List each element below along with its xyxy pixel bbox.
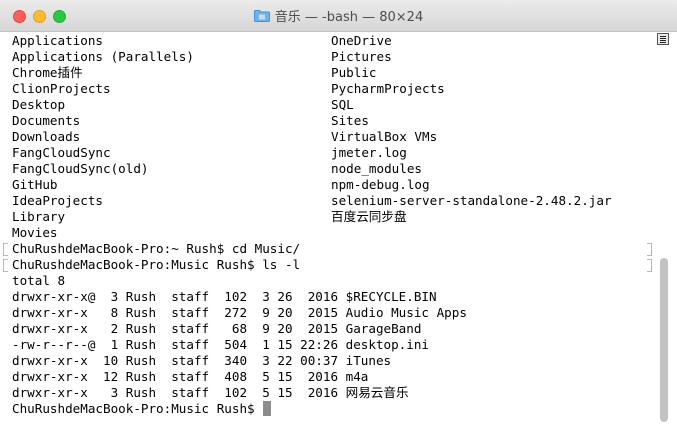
listing-row: IdeaProjects selenium-server-standalone-2… [12,193,642,209]
text-cursor [263,401,272,416]
command-line: ChuRushdeMacBook-Pro:~ Rush$ cd Music/ [12,241,301,256]
output-line: drwxr-xr-x@ 3 Rush staff 102 3 26 2016 $… [12,289,437,304]
listing-entry: FangCloudSync [12,145,111,160]
title-bar[interactable]: 音乐 — -bash — 80×24 [0,0,677,32]
listing-entry: Movies [12,225,58,240]
listing-row: Documents Sites [12,113,642,129]
command-line: ChuRushdeMacBook-Pro:Music Rush$ ls -l [12,257,301,272]
listing-entry: PycharmProjects [331,81,445,96]
listing-entry: IdeaProjects [12,193,103,208]
command-mark-left [3,259,8,272]
terminal-window: 音乐 — -bash — 80×24 Applications OneDrive A… [0,0,677,434]
listing-entry: ClionProjects [12,81,111,96]
listing-entry: VirtualBox VMs [331,129,438,144]
scrollbar-thumb[interactable] [660,258,668,422]
listing-row: Chrome插件 Public [12,65,642,81]
listing-row: Applications (Parallels) Pictures [12,49,642,65]
folder-icon [253,9,270,22]
output-line: drwxr-xr-x 10 Rush staff 340 3 22 00:37 … [12,353,392,368]
listing-entry: selenium-server-standalone-2.48.2.jar [331,193,612,208]
window-title: 音乐 — -bash — 80×24 [274,10,424,25]
listing-entry: jmeter.log [331,145,407,160]
output-line: total 8 [12,273,66,288]
listing-entry: Public [331,65,377,80]
output-line: -rw-r--r--@ 1 Rush staff 504 1 15 22:26 … [12,337,430,352]
marks-menu-icon[interactable] [657,33,669,45]
prompt-text: ChuRushdeMacBook-Pro:Music Rush$ [12,401,263,416]
listing-row: FangCloudSync(old) node_modules [12,161,642,177]
listing-row: Library 百度云同步盘 [12,209,642,225]
output-line: drwxr-xr-x 12 Rush staff 408 5 15 2016 m… [12,369,369,384]
listing-entry: Downloads [12,129,81,144]
listing-entry: Pictures [331,49,392,64]
listing-entry: Library [12,209,66,224]
listing-entry: Applications [12,33,103,48]
listing-row: FangCloudSync jmeter.log [12,145,642,161]
listing-row: Downloads VirtualBox VMs [12,129,642,145]
window-title-group: 音乐 — -bash — 80×24 [0,0,677,31]
output-line: drwxr-xr-x 2 Rush staff 68 9 20 2015 Gar… [12,321,422,336]
prompt-line[interactable]: ChuRushdeMacBook-Pro:Music Rush$ [12,401,272,417]
listing-entry: GitHub [12,177,58,192]
output-line: drwxr-xr-x 8 Rush staff 272 9 20 2015 Au… [12,305,467,320]
listing-entry: Documents [12,113,81,128]
listing-entry: Chrome插件 [12,65,83,80]
listing-entry: Desktop [12,97,66,112]
listing-entry: Applications (Parallels) [12,49,194,64]
listing-entry: Sites [331,113,369,128]
listing-entry: node_modules [331,161,422,176]
listing-row: Applications OneDrive [12,33,642,49]
listing-row: ClionProjects PycharmProjects [12,81,642,97]
terminal-content[interactable]: Applications OneDrive Applications (Parall… [0,32,654,434]
output-line: drwxr-xr-x 3 Rush staff 102 5 15 2016 网易… [12,385,409,400]
listing-entry: 百度云同步盘 [331,209,407,224]
command-mark-left [3,243,8,256]
listing-entry: npm-debug.log [331,177,430,192]
listing-entry: SQL [331,97,354,112]
listing-row: Movies [12,225,642,241]
command-mark-right [647,243,652,256]
command-mark-right [647,259,652,272]
listing-row: GitHub npm-debug.log [12,177,642,193]
listing-entry: OneDrive [331,33,392,48]
listing-row: Desktop SQL [12,97,642,113]
listing-entry: FangCloudSync(old) [12,161,149,176]
